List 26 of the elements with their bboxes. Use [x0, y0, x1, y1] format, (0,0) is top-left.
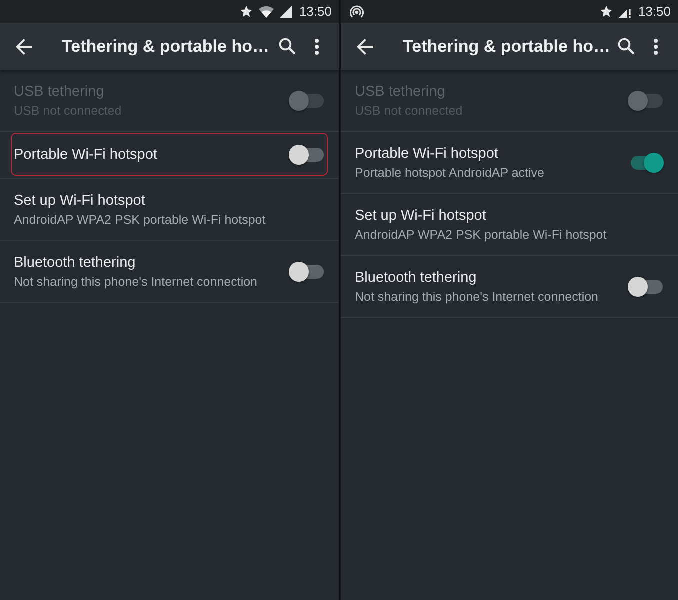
- setting-title[interactable]: Bluetooth tethering: [355, 270, 477, 286]
- setting-summary: Not sharing this phone's Internet connection: [14, 274, 258, 288]
- setting-title[interactable]: Set up Wi-Fi hotspot: [355, 208, 486, 224]
- search-icon[interactable]: [279, 38, 296, 55]
- setting-summary: AndroidAP WPA2 PSK portable Wi-Fi hotspot: [14, 212, 266, 226]
- setting-title[interactable]: Set up Wi-Fi hotspot: [14, 192, 146, 208]
- toolbar-title: Tethering & portable ho…: [403, 36, 612, 56]
- setting-title[interactable]: Bluetooth tethering: [14, 254, 136, 270]
- toolbar-title: Tethering & portable ho…: [62, 36, 270, 56]
- star-icon: [600, 5, 614, 18]
- setting-summary: Portable hotspot AndroidAP active: [355, 166, 544, 180]
- setting-summary: Not sharing this phone's Internet connection: [355, 290, 599, 304]
- overflow-menu-icon[interactable]: [315, 38, 319, 54]
- overflow-menu-icon[interactable]: [654, 38, 658, 54]
- toggle-switch[interactable]: [628, 276, 664, 296]
- toggle-switch[interactable]: [289, 262, 325, 282]
- star-icon: [240, 5, 254, 18]
- setting-title[interactable]: Portable Wi-Fi hotspot: [14, 147, 158, 163]
- status-time: 13:50: [299, 4, 332, 19]
- back-arrow-icon[interactable]: [16, 38, 32, 54]
- toggle-switch[interactable]: [289, 145, 325, 165]
- back-arrow-icon[interactable]: [357, 38, 373, 54]
- status-time: 13:50: [638, 4, 671, 19]
- setting-title[interactable]: Portable Wi-Fi hotspot: [355, 146, 498, 162]
- setting-summary: AndroidAP WPA2 PSK portable Wi-Fi hotspot: [355, 228, 607, 242]
- search-icon[interactable]: [618, 38, 635, 55]
